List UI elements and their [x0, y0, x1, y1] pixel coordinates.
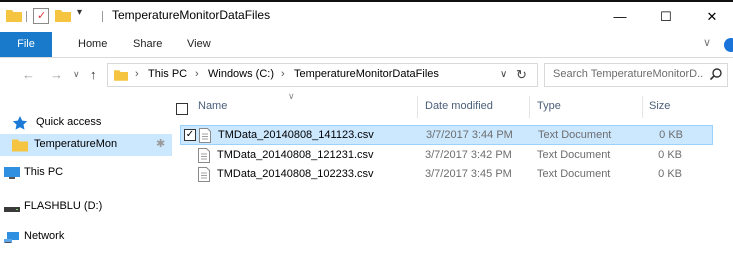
file-name: TMData_20140808_121231.csv [217, 149, 374, 161]
search-box[interactable]: Search TemperatureMonitorD... [544, 63, 728, 87]
file-size: 0 KB [659, 129, 683, 141]
breadcrumb-this-pc[interactable]: This PC [148, 68, 187, 80]
file-size: 0 KB [658, 168, 682, 180]
column-header-row: Name ∨ Date modified Type Size [172, 91, 733, 120]
expand-ribbon-icon[interactable]: ∨ [703, 36, 711, 49]
file-type: Text Document [537, 149, 611, 161]
folder-icon [12, 139, 28, 152]
breadcrumb-separator: › [281, 68, 285, 80]
divider [26, 11, 27, 22]
new-folder-quick-access-icon[interactable] [55, 9, 71, 22]
search-icon [709, 68, 722, 81]
column-header-date-modified[interactable]: Date modified [425, 100, 493, 112]
file-explorer-window: ✓ ▾ TemperatureMonitorDataFiles — ☐ ✕ Fi… [0, 2, 733, 274]
breadcrumb-separator: › [135, 68, 139, 80]
folder-icon [114, 70, 128, 81]
breadcrumb-separator: › [195, 68, 199, 80]
file-date-modified: 3/7/2017 3:42 PM [425, 149, 512, 161]
help-icon[interactable] [724, 38, 733, 52]
drive-icon [4, 207, 20, 212]
checkmark-icon: ✓ [37, 10, 47, 22]
nav-label: Quick access [36, 116, 102, 128]
sort-indicator-icon: ∨ [288, 91, 295, 101]
file-date-modified: 3/7/2017 3:44 PM [426, 129, 513, 141]
computer-icon [4, 167, 20, 179]
text-document-icon [199, 128, 211, 143]
nav-item-flashblu-drive[interactable]: FLASHBLU (D:) [0, 196, 172, 218]
nav-item-quick-access[interactable]: Quick access [0, 112, 172, 134]
network-icon [4, 232, 19, 243]
customize-quick-access-dropdown[interactable]: ▾ [77, 7, 82, 18]
column-header-name[interactable]: Name [198, 100, 227, 112]
column-divider[interactable] [417, 96, 418, 118]
column-divider[interactable] [642, 96, 643, 118]
close-button[interactable]: ✕ [689, 2, 733, 32]
tab-view[interactable]: View [187, 32, 211, 57]
file-type: Text Document [538, 129, 612, 141]
file-row[interactable]: TMData_20140808_121231.csv 3/7/2017 3:42… [180, 146, 713, 166]
select-all-checkbox[interactable] [176, 103, 188, 115]
column-header-size[interactable]: Size [649, 100, 670, 112]
recent-locations-dropdown[interactable]: ∨ [73, 69, 80, 80]
maximize-button[interactable]: ☐ [643, 2, 689, 32]
minimize-button[interactable]: — [597, 2, 643, 32]
properties-quick-access-button[interactable]: ✓ [33, 8, 49, 24]
file-name: TMData_20140808_102233.csv [217, 168, 374, 180]
divider [102, 11, 103, 22]
breadcrumb-temperature-folder[interactable]: TemperatureMonitorDataFiles [294, 68, 439, 80]
nav-label: TemperatureMon [34, 138, 118, 150]
nav-label: FLASHBLU (D:) [24, 200, 103, 212]
tab-share[interactable]: Share [133, 32, 162, 57]
file-date-modified: 3/7/2017 3:45 PM [425, 168, 512, 180]
folder-icon[interactable] [6, 9, 22, 22]
file-type: Text Document [537, 168, 611, 180]
window-title: TemperatureMonitorDataFiles [112, 8, 271, 22]
breadcrumb-windows-c[interactable]: Windows (C:) [208, 68, 274, 80]
nav-label: This PC [24, 166, 64, 178]
forward-button[interactable]: → [50, 67, 63, 82]
up-button[interactable]: ↑ [90, 67, 97, 82]
file-list: Name ∨ Date modified Type Size ✓ TMData_… [172, 91, 733, 274]
ribbon-tab-bar: File Home Share View ∨ [0, 32, 733, 58]
file-row[interactable]: ✓ TMData_20140808_141123.csv 3/7/2017 3:… [180, 125, 713, 145]
file-row[interactable]: TMData_20140808_102233.csv 3/7/2017 3:45… [180, 165, 713, 185]
navigation-pane: Quick access TemperatureMon ✱ This PC FL… [0, 98, 172, 274]
row-checkbox[interactable]: ✓ [184, 129, 196, 141]
nav-item-this-pc[interactable]: This PC [0, 162, 172, 184]
nav-item-network[interactable]: Network [0, 226, 172, 248]
address-row: ← → ∨ ↑ › This PC › Windows (C:) › Tempe… [0, 58, 733, 92]
column-divider[interactable] [529, 96, 530, 118]
tab-file[interactable]: File [0, 32, 52, 57]
pin-icon[interactable]: ✱ [156, 137, 165, 150]
nav-label: Network [24, 230, 65, 242]
text-document-icon [198, 167, 210, 182]
nav-item-temperature-folder[interactable]: TemperatureMon ✱ [0, 134, 172, 156]
star-icon [12, 116, 28, 130]
tab-home[interactable]: Home [78, 32, 107, 57]
column-header-type[interactable]: Type [537, 100, 561, 112]
text-document-icon [198, 148, 210, 163]
address-bar[interactable]: › This PC › Windows (C:) › TemperatureMo… [107, 63, 538, 87]
address-history-dropdown[interactable]: ∨ [500, 69, 507, 80]
refresh-button[interactable]: ↻ [516, 67, 527, 83]
back-button[interactable]: ← [22, 67, 35, 82]
file-size: 0 KB [658, 149, 682, 161]
file-name: TMData_20140808_141123.csv [218, 129, 374, 141]
title-bar: ✓ ▾ TemperatureMonitorDataFiles — ☐ ✕ [0, 2, 733, 32]
search-input[interactable]: Search TemperatureMonitorD... [553, 68, 703, 80]
